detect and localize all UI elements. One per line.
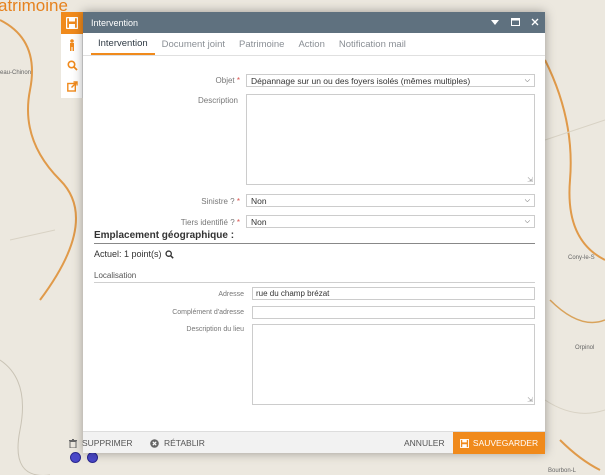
complement-label: Complément d'adresse xyxy=(172,309,244,316)
objet-label: Objet * xyxy=(215,76,240,85)
floppy-icon xyxy=(459,438,469,448)
floppy-icon xyxy=(66,17,78,29)
tab-patrimoine[interactable]: Patrimoine xyxy=(232,33,291,55)
restore-button[interactable] xyxy=(505,17,525,28)
chevron-down-icon: ⌵ xyxy=(524,196,530,204)
map-label: Cony-le-S xyxy=(568,255,595,261)
save-tool-button[interactable] xyxy=(61,12,83,34)
objet-value: Dépannage sur un ou des foyers isolés (m… xyxy=(251,75,471,86)
tab-intervention[interactable]: Intervention xyxy=(91,33,155,55)
intervention-window: Intervention Intervention Document joint… xyxy=(69,12,545,454)
side-toolbar xyxy=(61,12,83,98)
restore-label: RÉTABLIR xyxy=(164,438,205,448)
resize-handle-icon[interactable]: ⇲ xyxy=(527,176,533,184)
tab-notification-mail[interactable]: Notification mail xyxy=(332,33,413,55)
map-point-marker[interactable] xyxy=(70,452,81,463)
map-title: atrimoine xyxy=(0,0,68,15)
delete-button[interactable]: SUPPRIMER xyxy=(69,438,133,448)
save-button[interactable]: SAUVEGARDER xyxy=(453,432,545,454)
map-label: eau-Chinon xyxy=(0,70,32,76)
objet-select[interactable]: Dépannage sur un ou des foyers isolés (m… xyxy=(246,74,535,87)
window-footer: SUPPRIMER RÉTABLIR ANNULER SAUVEGARDER xyxy=(69,431,545,454)
chevron-down-icon xyxy=(491,19,499,25)
sinistre-select[interactable]: Non ⌵ xyxy=(246,194,535,207)
localisation-heading: Localisation xyxy=(94,271,137,280)
map-label: Orpinol xyxy=(575,345,595,351)
external-link-tool-button[interactable] xyxy=(61,76,83,97)
close-icon xyxy=(531,18,539,25)
adresse-input[interactable]: rue du champ brézat xyxy=(252,287,535,300)
description-textarea[interactable]: ⇲ xyxy=(246,94,535,185)
map-point-marker[interactable] xyxy=(87,452,98,463)
cancel-button[interactable]: ANNULER xyxy=(404,438,445,448)
restore-icon xyxy=(510,17,520,26)
tiers-select[interactable]: Non ⌵ xyxy=(246,215,535,228)
search-icon[interactable] xyxy=(164,249,174,259)
tiers-label: Tiers identifié ? * xyxy=(180,218,240,227)
actuel-row: Actuel: 1 point(s) xyxy=(94,249,174,259)
adresse-label: Adresse xyxy=(218,291,244,298)
tab-action[interactable]: Action xyxy=(291,33,331,55)
external-link-icon xyxy=(66,81,78,92)
sinistre-label: Sinistre ? * xyxy=(201,197,240,206)
sinistre-value: Non xyxy=(251,195,267,206)
save-label: SAUVEGARDER xyxy=(472,438,539,448)
search-tool-button[interactable] xyxy=(61,55,83,76)
close-button[interactable] xyxy=(525,18,545,28)
window-title: Intervention xyxy=(91,17,139,28)
restore-form-button[interactable]: RÉTABLIR xyxy=(150,438,205,448)
description-label: Description xyxy=(197,96,238,105)
geo-section-heading: Emplacement géographique : xyxy=(94,230,235,241)
collapse-button[interactable] xyxy=(485,18,505,28)
actuel-points-text: Actuel: 1 point(s) xyxy=(94,249,162,259)
divider xyxy=(94,282,535,283)
delete-label: SUPPRIMER xyxy=(82,438,133,448)
window-titlebar[interactable]: Intervention xyxy=(83,12,545,33)
tab-bar: Intervention Document joint Patrimoine A… xyxy=(83,33,545,56)
divider xyxy=(94,243,535,244)
tab-document-joint[interactable]: Document joint xyxy=(155,33,232,55)
map-label: Bourbon-L xyxy=(548,468,577,474)
trash-icon xyxy=(69,438,77,448)
description-lieu-label: Description du lieu xyxy=(186,326,244,333)
resize-handle-icon[interactable]: ⇲ xyxy=(527,396,533,404)
search-icon xyxy=(66,60,78,71)
chevron-down-icon: ⌵ xyxy=(524,76,530,84)
person-icon xyxy=(70,38,74,51)
cancel-circle-icon xyxy=(150,438,159,448)
chevron-down-icon: ⌵ xyxy=(524,217,530,225)
description-lieu-textarea[interactable]: ⇲ xyxy=(252,324,535,405)
tiers-value: Non xyxy=(251,216,267,227)
complement-input[interactable] xyxy=(252,306,535,319)
person-tool-button[interactable] xyxy=(61,34,83,55)
